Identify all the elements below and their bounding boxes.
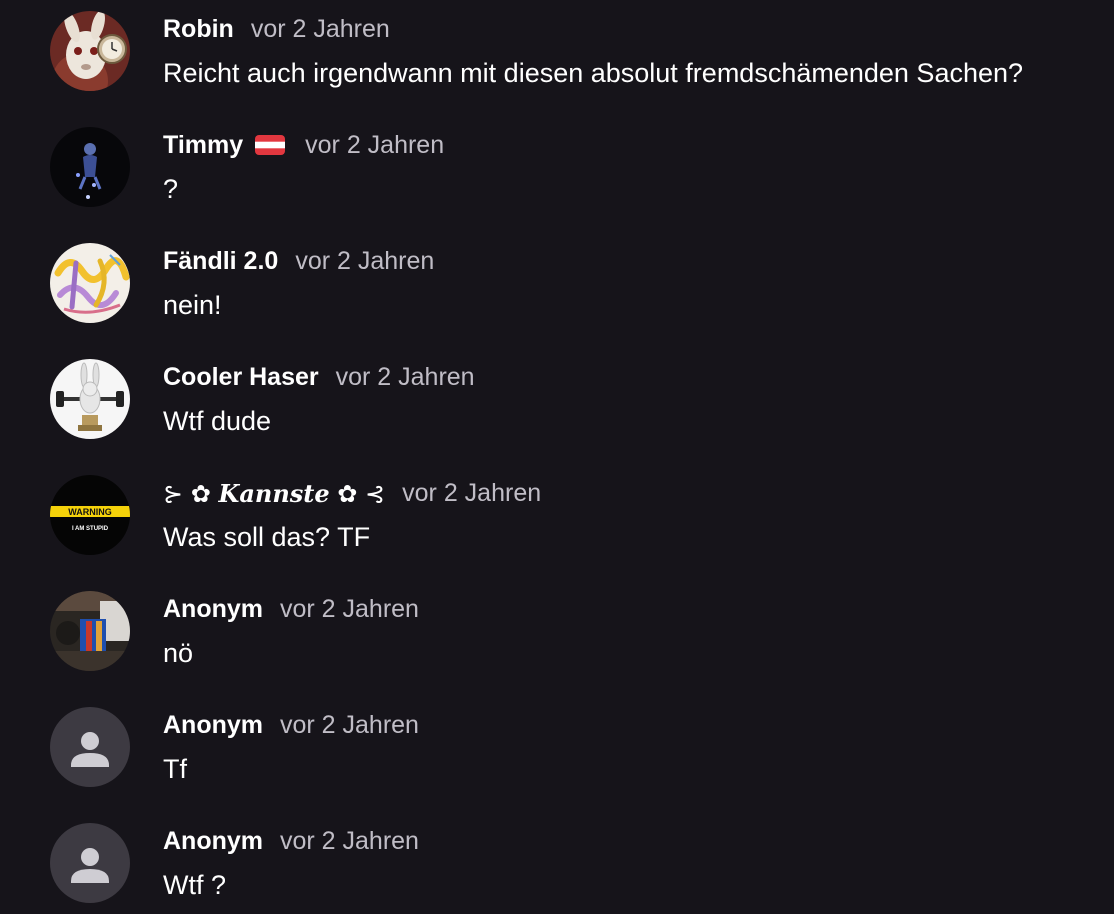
comment-author[interactable]: Anonym [163, 711, 263, 740]
comment-item: Fändli 2.0 vor 2 Jahren nein! [0, 232, 1114, 348]
colorful-scribble-avatar[interactable] [50, 243, 130, 323]
ornament-right-icon: ✿ ⊰ [329, 479, 386, 508]
default-person-avatar[interactable] [50, 707, 130, 787]
white-rabbit-clock-avatar[interactable] [50, 11, 130, 91]
comment-item: Anonym vor 2 Jahren Wtf ? [0, 812, 1114, 914]
comment-author[interactable]: Fändli 2.0 [163, 247, 278, 276]
comment-meta: Robin vor 2 Jahren [163, 13, 390, 45]
warning-sign-avatar[interactable]: WARNING I AM STUPID [50, 475, 130, 555]
comment-item: WARNING I AM STUPID ⊱ ✿ Kannste ✿ ⊰ vor … [0, 464, 1114, 580]
comment-item: Anonym vor 2 Jahren nö [0, 580, 1114, 696]
rabbid-weightlifting-avatar[interactable] [50, 359, 130, 439]
comment-timestamp: vor 2 Jahren [335, 362, 475, 391]
comment-author[interactable]: Anonym [163, 827, 263, 856]
comment-author[interactable]: Anonym [163, 595, 263, 624]
comment-author[interactable]: ⊱ ✿ Kannste ✿ ⊰ [163, 479, 385, 508]
comment-timestamp: vor 2 Jahren [280, 594, 419, 623]
comment-text: nein! [163, 290, 222, 320]
ornament-left-icon: ⊱ ✿ [163, 479, 219, 508]
svg-text:I AM STUPID: I AM STUPID [72, 526, 109, 532]
comment-meta: Anonym vor 2 Jahren [163, 825, 419, 857]
comment-text: Wtf dude [163, 406, 272, 436]
comment-author[interactable]: Timmy [163, 131, 243, 160]
comment-timestamp: vor 2 Jahren [295, 246, 435, 275]
comment-item: Anonym vor 2 Jahren Tf [0, 696, 1114, 812]
comment-meta: Timmy vor 2 Jahren [163, 129, 444, 161]
comment-author[interactable]: Cooler Haser [163, 363, 319, 392]
comment-text: Tf [163, 754, 187, 784]
comment-meta: ⊱ ✿ Kannste ✿ ⊰ vor 2 Jahren [163, 477, 541, 509]
comment-timestamp: vor 2 Jahren [280, 710, 419, 739]
comment-author[interactable]: Robin [163, 15, 234, 44]
default-person-avatar[interactable] [50, 823, 130, 903]
comment-meta: Anonym vor 2 Jahren [163, 709, 419, 741]
comment-item: Timmy vor 2 Jahren ? [0, 116, 1114, 232]
comment-text: nö [163, 638, 194, 668]
comment-list: Robin vor 2 Jahren Reicht auch irgendwan… [0, 0, 1114, 914]
comment-text: Was soll das? TF [163, 522, 371, 552]
comment-item: Robin vor 2 Jahren Reicht auch irgendwan… [0, 0, 1114, 116]
comment-timestamp: vor 2 Jahren [280, 826, 419, 855]
comment-timestamp: vor 2 Jahren [402, 478, 542, 507]
comment-meta: Cooler Haser vor 2 Jahren [163, 361, 475, 393]
photo-avatar[interactable] [50, 591, 130, 671]
comment-timestamp: vor 2 Jahren [305, 130, 445, 159]
comment-timestamp: vor 2 Jahren [250, 14, 390, 43]
comment-meta: Fändli 2.0 vor 2 Jahren [163, 245, 434, 277]
comment-text: Reicht auch irgendwann mit diesen absolu… [163, 58, 1024, 88]
comment-meta: Anonym vor 2 Jahren [163, 593, 419, 625]
comment-author-name: Kannste [218, 478, 330, 508]
svg-text:WARNING: WARNING [68, 507, 112, 517]
dark-figure-avatar[interactable] [50, 127, 130, 207]
comment-item: Cooler Haser vor 2 Jahren Wtf dude [0, 348, 1114, 464]
comment-text: Wtf ? [163, 870, 227, 900]
comment-text: ? [163, 174, 179, 204]
austria-flag-icon [255, 135, 286, 155]
